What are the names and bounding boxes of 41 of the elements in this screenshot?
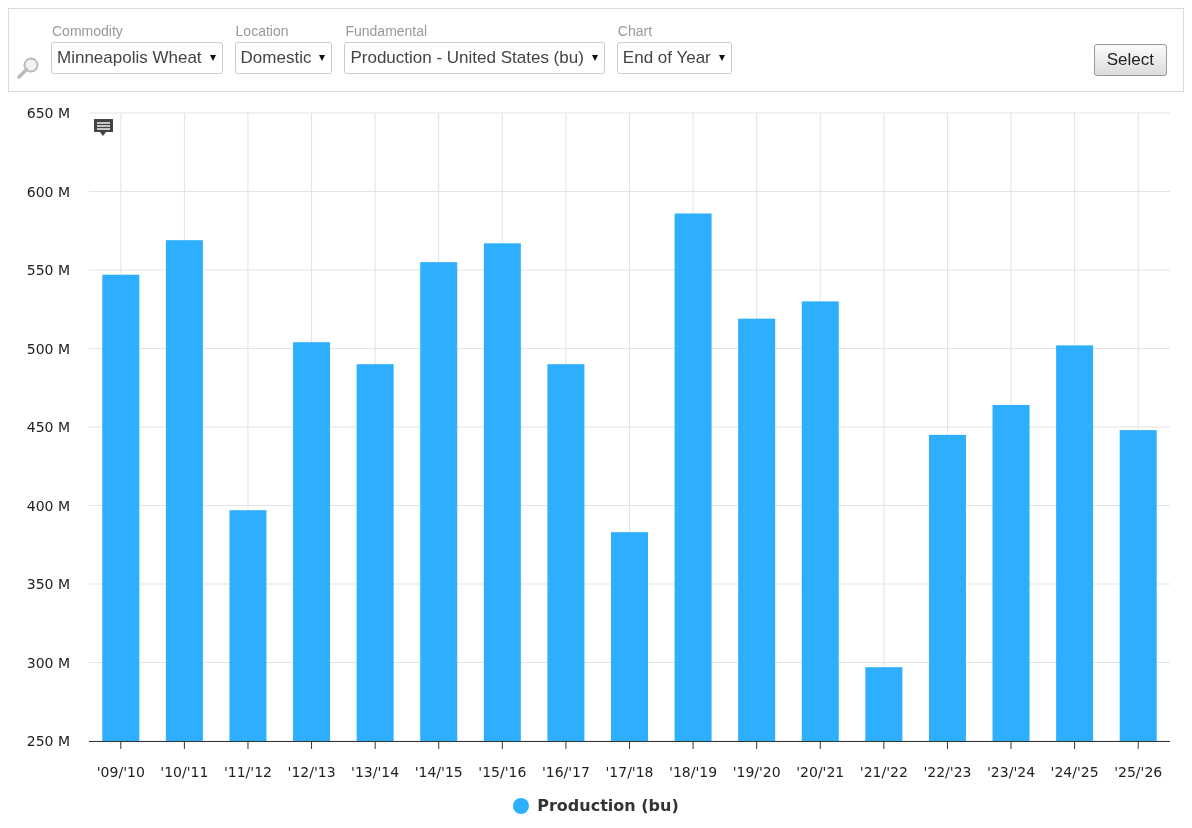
x-axis-label: '09/'10 (96, 764, 145, 780)
x-axis-label: '22/'23 (923, 764, 972, 780)
x-axis-label: '10/'11 (160, 764, 209, 780)
filter-label: Chart (616, 23, 654, 39)
x-axis-label: '14/'15 (414, 764, 463, 780)
y-axis-label: 350 M (26, 576, 70, 592)
x-axis-label: '16/'17 (541, 764, 590, 780)
filter-dropdown[interactable]: Domestic (234, 42, 333, 74)
x-axis-label: '25/'26 (1114, 764, 1163, 780)
filter-dropdown[interactable]: End of Year (616, 42, 732, 74)
comment-icon[interactable] (94, 119, 113, 136)
caret-icon (209, 55, 216, 61)
legend-label[interactable]: Production (bu) (537, 796, 679, 815)
x-axis-label: '17/'18 (605, 764, 654, 780)
filter-label: Location (234, 23, 290, 39)
y-axis-label: 250 M (26, 733, 70, 749)
filter-dropdown[interactable]: Minneapolis Wheat (51, 42, 223, 74)
x-axis-label: '15/'16 (478, 764, 527, 780)
y-axis-label: 650 M (26, 105, 70, 121)
x-axis-label: '19/'20 (732, 764, 781, 780)
filter-label: Fundamental (344, 23, 429, 39)
select-button[interactable]: Select (1093, 44, 1167, 76)
y-axis-label: 600 M (26, 183, 70, 200)
x-axis-label: '21/'22 (859, 764, 908, 780)
x-axis-label: '11/'12 (223, 764, 272, 780)
x-axis-label: '24/'25 (1050, 764, 1099, 780)
caret-icon (718, 55, 725, 61)
x-axis-label: '23/'24 (987, 764, 1036, 780)
y-axis-label: 500 M (26, 340, 70, 357)
x-axis-label: '20/'21 (796, 764, 845, 780)
caret-icon (319, 55, 326, 61)
y-axis-label: 400 M (26, 497, 70, 514)
x-axis-label: '18/'19 (669, 764, 718, 780)
x-axis-label: '13/'14 (351, 764, 400, 780)
y-axis-label: 300 M (26, 654, 70, 671)
x-axis-label: '12/'13 (287, 764, 336, 780)
filter-label: Commodity (51, 23, 124, 39)
caret-icon (591, 55, 598, 61)
y-axis-label: 450 M (26, 419, 70, 435)
y-axis-label: 550 M (26, 262, 70, 278)
filter-dropdown[interactable]: Production - United States (bu) (344, 42, 605, 74)
